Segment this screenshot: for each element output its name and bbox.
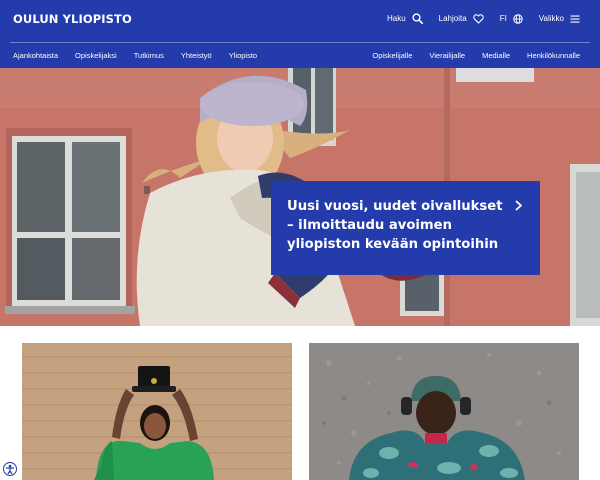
language-selector[interactable]: FI xyxy=(499,13,523,24)
site-header: OULUN YLIOPISTO Haku Lahjoita FI Valikko xyxy=(0,0,600,68)
header-divider xyxy=(10,42,590,43)
search-button[interactable]: Haku xyxy=(387,13,423,24)
nav-item-henkilokunnalle[interactable]: Henkilökunnalle xyxy=(527,51,580,60)
nav-item-yhteistyo[interactable]: Yhteistyö xyxy=(181,51,212,60)
accessibility-icon xyxy=(5,464,15,475)
hero-headline: Uusi vuosi, uudet oivallukset – ilmoitta… xyxy=(287,199,503,252)
nav-item-tutkimus[interactable]: Tutkimus xyxy=(134,51,164,60)
primary-nav: Ajankohtaista Opiskelijaksi Tutkimus Yht… xyxy=(13,51,274,60)
accessibility-button[interactable] xyxy=(3,462,17,476)
nav-item-ajankohtaista[interactable]: Ajankohtaista xyxy=(13,51,58,60)
menu-icon xyxy=(570,15,580,23)
menu-label: Valikko xyxy=(538,14,564,23)
donate-button[interactable]: Lahjoita xyxy=(438,13,484,24)
donate-label: Lahjoita xyxy=(438,14,467,23)
language-label: FI xyxy=(499,14,507,23)
heart-icon xyxy=(473,13,484,24)
hero-headline-card[interactable]: Uusi vuosi, uudet oivallukset – ilmoitta… xyxy=(271,181,540,275)
nav-item-vierailijalle[interactable]: Vierailijalle xyxy=(429,51,465,60)
news-card-winter[interactable] xyxy=(309,343,579,480)
nav-item-medialle[interactable]: Medialle xyxy=(482,51,510,60)
nav-item-yliopisto[interactable]: Yliopisto xyxy=(229,51,257,60)
nav-item-opiskelijaksi[interactable]: Opiskelijaksi xyxy=(75,51,117,60)
news-card-image xyxy=(309,343,579,480)
nav-item-opiskelijalle[interactable]: Opiskelijalle xyxy=(372,51,412,60)
news-card-graduation[interactable] xyxy=(22,343,292,480)
header-actions: Haku Lahjoita FI Valikko xyxy=(371,13,580,24)
menu-button[interactable]: Valikko xyxy=(539,14,580,23)
audience-nav: Opiskelijalle Vierailijalle Medialle Hen… xyxy=(355,51,580,60)
search-icon xyxy=(412,13,423,24)
hero-banner: Uusi vuosi, uudet oivallukset – ilmoitta… xyxy=(0,68,600,326)
news-card-image xyxy=(22,343,292,480)
site-logo[interactable]: OULUN YLIOPISTO xyxy=(13,12,132,26)
news-cards xyxy=(0,326,600,480)
globe-icon xyxy=(513,13,523,24)
search-label: Haku xyxy=(386,14,406,23)
chevron-right-icon xyxy=(515,200,522,211)
